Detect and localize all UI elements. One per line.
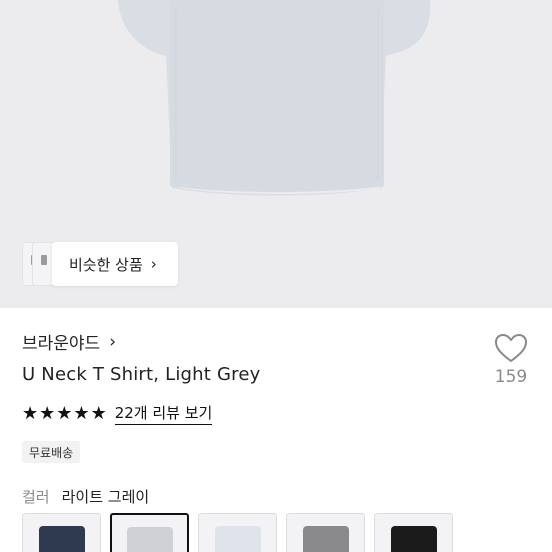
like-count: 159 <box>494 367 528 387</box>
rating-stars: ★ ★ ★ ★ ★ <box>22 402 107 424</box>
rating: ★ ★ ★ ★ ★ 22개 리뷰 보기 <box>22 402 213 425</box>
color-swatch[interactable] <box>198 513 277 552</box>
star-icon: ★ <box>90 402 107 424</box>
brand-name: 브라운야드 <box>22 334 101 354</box>
swatch-shirt <box>126 527 173 552</box>
like-button[interactable]: 159 <box>488 333 534 387</box>
color-swatches <box>22 513 453 552</box>
star-icon: ★ <box>56 402 73 424</box>
color-swatch[interactable] <box>286 513 365 552</box>
color-value: 라이트 그레이 <box>61 488 150 506</box>
swatch-shirt <box>38 526 85 552</box>
swatch-shirt <box>390 526 437 552</box>
brand-link[interactable]: 브라운야드 › <box>22 329 117 355</box>
swatch-shirt <box>214 526 261 552</box>
similar-products-button[interactable]: 비슷한 상품 › <box>52 242 178 286</box>
star-icon: ★ <box>22 402 39 424</box>
star-icon: ★ <box>73 402 90 424</box>
chevron-right-icon: › <box>150 255 157 273</box>
swatch-shirt <box>302 526 349 552</box>
color-swatch[interactable] <box>110 513 189 552</box>
color-selector-label: 컬러 라이트 그레이 <box>22 486 149 507</box>
heart-icon <box>495 334 527 362</box>
product-image[interactable]: 비슷한 상품 › <box>0 0 552 308</box>
free-shipping-badge: 무료배송 <box>22 441 81 463</box>
star-icon: ★ <box>39 402 56 424</box>
color-swatch[interactable] <box>374 513 453 552</box>
color-label: 컬러 <box>22 488 50 506</box>
similar-products-label: 비슷한 상품 <box>69 255 143 274</box>
product-title: U Neck T Shirt, Light Grey <box>22 364 261 385</box>
review-link[interactable]: 22개 리뷰 보기 <box>114 402 213 425</box>
color-swatch[interactable] <box>22 513 101 552</box>
chevron-right-icon: › <box>109 331 117 352</box>
